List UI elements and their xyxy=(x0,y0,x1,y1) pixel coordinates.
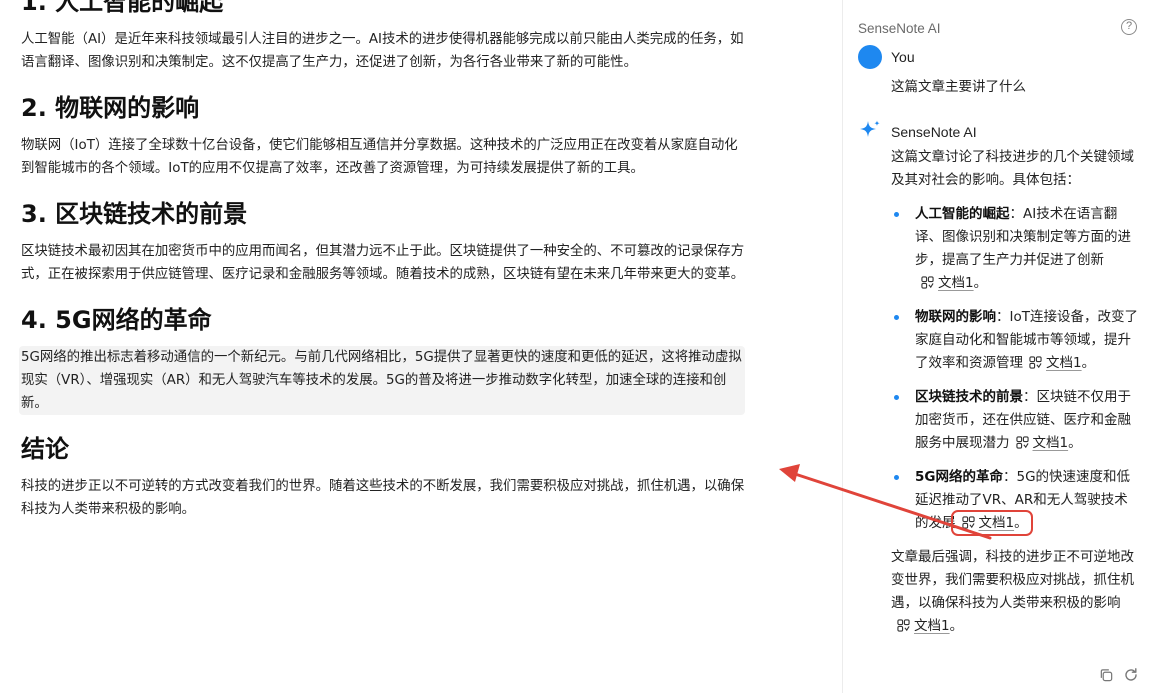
reference-link[interactable]: 文档1 xyxy=(1023,355,1082,371)
section-heading: 2. 物联网的影响 xyxy=(21,94,200,122)
item-title: 区块链技术的前景 xyxy=(915,389,1023,405)
reference-icon xyxy=(1029,356,1042,369)
section-5g: 4. 5G网络的革命 5G网络的推出标志着移动通信的一个新纪元。与前几代网络相比… xyxy=(19,304,745,415)
item-tail: 。 xyxy=(1068,435,1082,451)
reference-link[interactable]: 文档1 xyxy=(891,618,950,634)
reference-icon xyxy=(921,276,934,289)
reference-label: 文档1 xyxy=(1032,435,1069,451)
section-ai: 1. 人工智能的崛起 人工智能（AI）是近年来科技领域最引人注目的进步之一。AI… xyxy=(21,0,745,74)
ai-intro: 这篇文章讨论了科技进步的几个关键领域及其对社会的影响。具体包括： xyxy=(891,149,1134,188)
section-conclusion: 结论 科技的进步正以不可逆转的方式改变着我们的世界。随着这些技术的不断发展，我们… xyxy=(21,433,745,521)
section-heading: 4. 5G网络的革命 xyxy=(21,306,212,334)
section-iot: 2. 物联网的影响 物联网（IoT）连接了全球数十亿台设备，使它们能够相互通信并… xyxy=(21,92,745,180)
ai-name: SenseNote AI xyxy=(891,124,977,140)
bullet-dot xyxy=(894,475,899,480)
reference-link[interactable]: 文档1 xyxy=(915,275,974,291)
user-message-text: 这篇文章主要讲了什么 xyxy=(891,79,1026,95)
refresh-icon[interactable] xyxy=(1123,667,1139,683)
document-content: 1. 人工智能的崛起 人工智能（AI）是近年来科技领域最引人注目的进步之一。AI… xyxy=(19,0,745,539)
reference-icon xyxy=(961,516,975,529)
copy-icon[interactable] xyxy=(1099,668,1114,683)
outro-tail: 。 xyxy=(949,618,964,634)
ai-outro: 文章最后强调，科技的进步正不可逆地改变世界，我们需要积极应对挑战，抓住机遇，以确… xyxy=(891,546,1139,638)
section-body: 物联网（IoT）连接了全球数十亿台设备，使它们能够相互通信并分享数据。这种技术的… xyxy=(21,138,738,176)
section-body: 区块链技术最初因其在加密货币中的应用而闻名，但其潜力远不止于此。区块链提供了一种… xyxy=(21,244,745,282)
item-title: 5G网络的革命 xyxy=(915,469,1003,485)
item-tail: 。 xyxy=(973,275,988,291)
reference-link-highlighted[interactable]: 文档1。 xyxy=(950,510,1033,536)
bullet-dot xyxy=(894,212,899,217)
outro-text: 文章最后强调，科技的进步正不可逆地改变世界，我们需要积极应对挑战，抓住机遇，以确… xyxy=(891,549,1134,611)
reference-label: 文档1 xyxy=(978,515,1015,531)
list-item: 物联网的影响：IoT连接设备，改变了家庭自动化和智能城市等领域，提升了效率和资源… xyxy=(891,306,1139,375)
list-item: 区块链技术的前景：区块链不仅用于加密货币，还在供应链、医疗和金融服务中展现潜力文… xyxy=(891,386,1139,455)
reference-label: 文档1 xyxy=(914,618,950,634)
reference-icon xyxy=(897,619,910,632)
list-item: 人工智能的崛起：AI技术在语言翻译、图像识别和决策制定等方面的进步，提高了生产力… xyxy=(891,203,1139,295)
ai-assistant-panel: SenseNote AI ? You 这篇文章主要讲了什么 SenseNote … xyxy=(843,0,1151,693)
reference-label: 文档1 xyxy=(1046,355,1082,371)
sparkle-icon xyxy=(860,120,880,137)
document-pane: 1. 人工智能的崛起 人工智能（AI）是近年来科技领域最引人注目的进步之一。AI… xyxy=(0,0,842,693)
user-name: You xyxy=(891,49,915,65)
item-title: 人工智能的崛起 xyxy=(915,206,1010,222)
section-heading: 3. 区块链技术的前景 xyxy=(21,200,248,228)
panel-title: SenseNote AI xyxy=(858,21,941,36)
reference-link[interactable]: 文档1 xyxy=(1010,435,1069,451)
bullet-dot xyxy=(894,395,899,400)
section-blockchain: 3. 区块链技术的前景 区块链技术最初因其在加密货币中的应用而闻名，但其潜力远不… xyxy=(21,198,745,286)
ai-response: 这篇文章讨论了科技进步的几个关键领域及其对社会的影响。具体包括： 人工智能的崛起… xyxy=(891,146,1139,638)
user-avatar xyxy=(858,45,882,69)
panel-header: SenseNote AI ? xyxy=(858,18,1141,38)
reference-label: 文档1 xyxy=(938,275,974,291)
list-item: 5G网络的革命：5G的快速速度和低延迟推动了VR、AR和无人驾驶技术的发展 文档1… xyxy=(891,466,1139,536)
section-heading: 1. 人工智能的崛起 xyxy=(21,0,224,16)
item-tail: 。 xyxy=(1014,515,1028,531)
help-icon[interactable]: ? xyxy=(1121,19,1137,35)
section-body: 科技的进步正以不可逆转的方式改变着我们的世界。随着这些技术的不断发展，我们需要积… xyxy=(21,479,745,517)
section-body: 人工智能（AI）是近年来科技领域最引人注目的进步之一。AI技术的进步使得机器能够… xyxy=(21,32,744,70)
highlighted-section-body: 5G网络的推出标志着移动通信的一个新纪元。与前几代网络相比，5G提供了显著更快的… xyxy=(19,346,745,415)
reference-icon xyxy=(1015,436,1029,449)
bullet-dot xyxy=(894,315,899,320)
item-tail: 。 xyxy=(1081,355,1096,371)
item-title: 物联网的影响 xyxy=(915,309,996,325)
panel-footer xyxy=(1093,667,1143,685)
section-heading: 结论 xyxy=(21,435,69,463)
ai-summary-list: 人工智能的崛起：AI技术在语言翻译、图像识别和决策制定等方面的进步，提高了生产力… xyxy=(891,203,1139,536)
